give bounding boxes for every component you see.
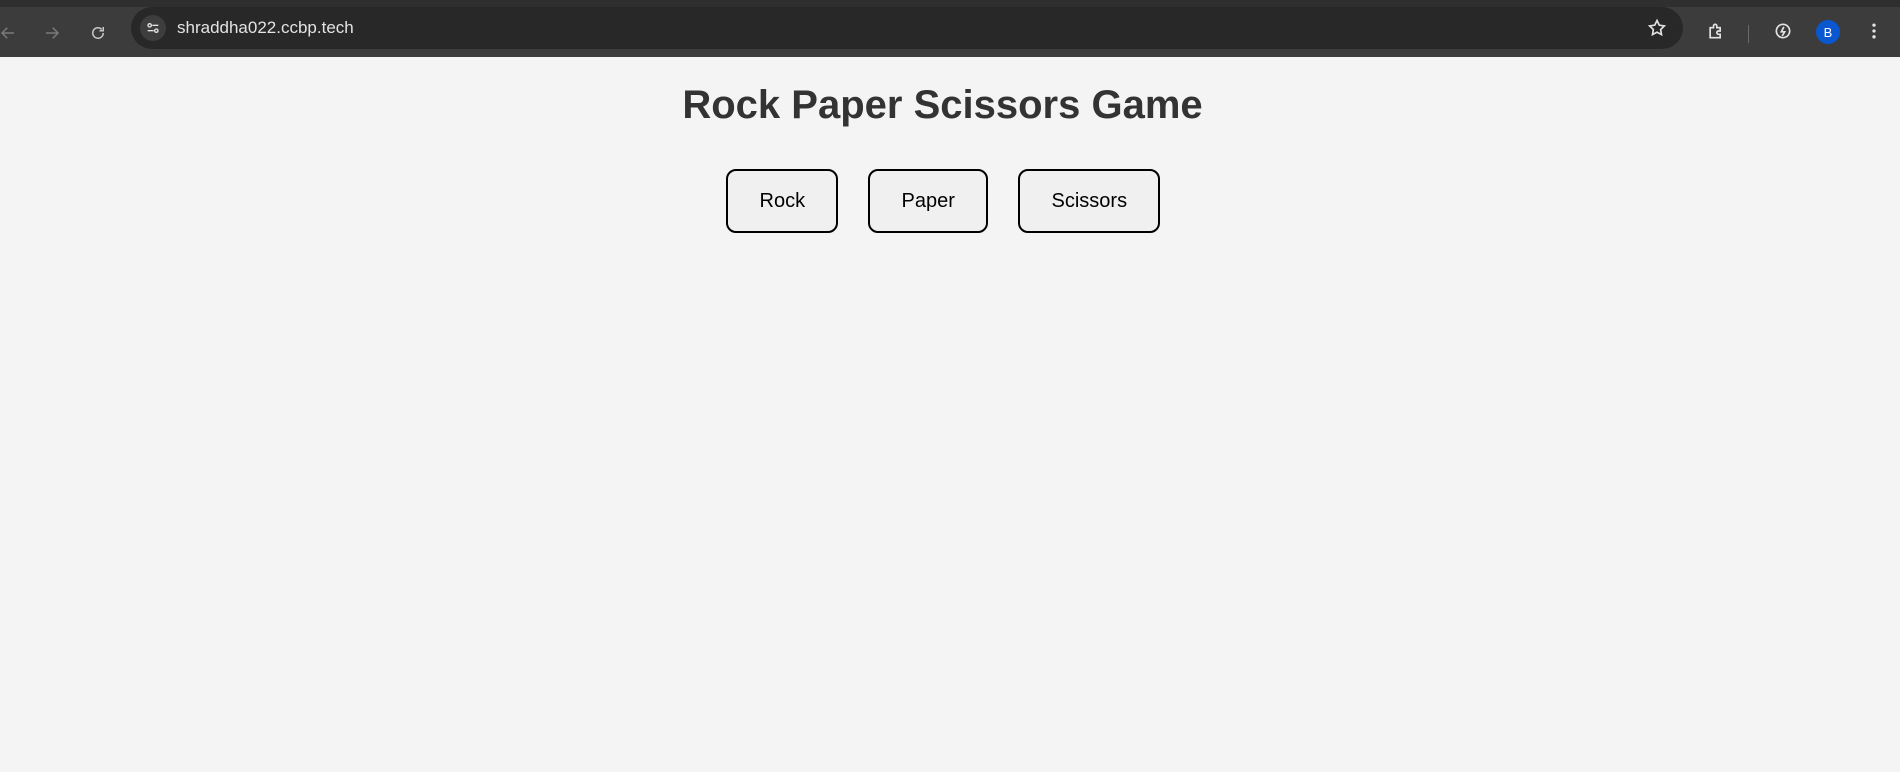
paper-button[interactable]: Paper xyxy=(867,169,988,233)
toolbar-divider xyxy=(1748,25,1749,43)
url-text[interactable]: shraddha022.ccbp.tech xyxy=(177,18,354,38)
back-icon[interactable] xyxy=(0,19,22,47)
reload-icon[interactable] xyxy=(84,19,112,47)
forward-icon[interactable] xyxy=(38,19,66,47)
page-content: Rock Paper Scissors Game Rock Paper Scis… xyxy=(0,57,1900,772)
menu-icon[interactable] xyxy=(1860,17,1888,45)
rock-button[interactable]: Rock xyxy=(725,169,838,233)
performance-icon[interactable] xyxy=(1769,17,1797,45)
extensions-icon[interactable] xyxy=(1702,17,1730,45)
bookmark-star-icon[interactable] xyxy=(1645,16,1669,40)
site-settings-icon[interactable] xyxy=(140,15,166,41)
browser-toolbar: shraddha022.ccbp.tech B xyxy=(0,0,1900,57)
page-title: Rock Paper Scissors Game xyxy=(682,83,1203,127)
address-bar[interactable]: shraddha022.ccbp.tech xyxy=(131,7,1683,49)
choice-buttons: Rock Paper Scissors xyxy=(0,169,1885,233)
scissors-button[interactable]: Scissors xyxy=(1017,169,1160,233)
profile-avatar[interactable]: B xyxy=(1816,20,1840,44)
